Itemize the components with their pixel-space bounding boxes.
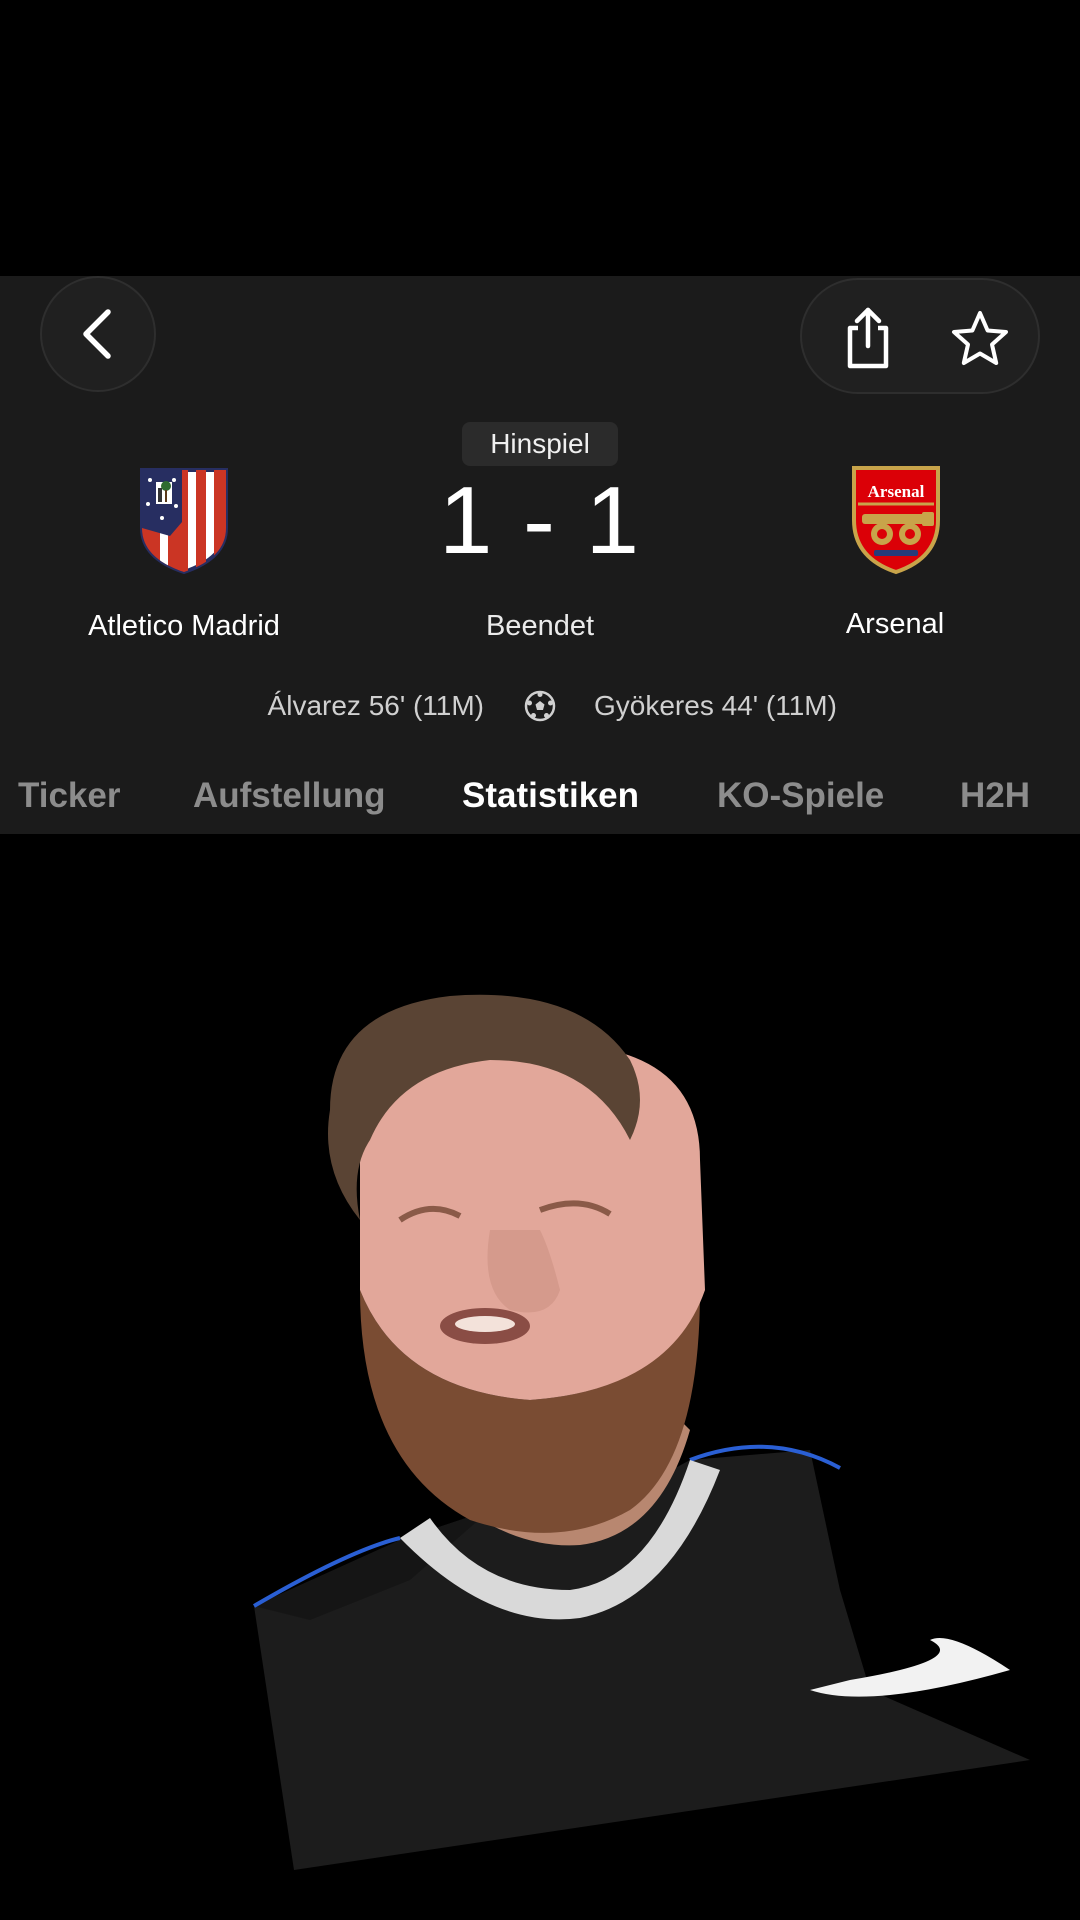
tab-h2h[interactable]: H2H [960, 766, 1030, 826]
share-icon [847, 307, 889, 369]
tab-ko-spiele[interactable]: KO-Spiele [717, 766, 884, 826]
atletico-madrid-crest[interactable] [138, 466, 230, 576]
goal-scorers: Álvarez 56' (11M) Gyökeres 44' (11M) [0, 686, 1080, 726]
home-scorer: Álvarez 56' (11M) [267, 690, 484, 721]
arsenal-crest[interactable]: Arsenal [848, 464, 944, 576]
favorite-button[interactable] [944, 302, 1016, 374]
away-scorer: Gyökeres 44' (11M) [594, 690, 837, 721]
tab-aufstellung[interactable]: Aufstellung [193, 766, 385, 826]
leg-badge: Hinspiel [462, 422, 618, 466]
arsenal-crest-text: Arsenal [868, 482, 925, 501]
match-status: Beendet [485, 610, 595, 642]
action-group [800, 278, 1040, 394]
away-team-name[interactable]: Arsenal [770, 604, 1020, 644]
home-team-name[interactable]: Atletico Madrid [40, 606, 328, 646]
score: 1 - 1 [438, 467, 642, 574]
star-icon [952, 311, 1008, 365]
tab-statistiken[interactable]: Statistiken [462, 766, 639, 826]
tab-ticker[interactable]: Ticker [18, 766, 121, 826]
tab-bar: Ticker Aufstellung Statistiken KO-Spiele… [0, 766, 1080, 826]
camera-overlay-person [252, 994, 1030, 1870]
soccer-ball-icon [524, 690, 556, 722]
screen: Hinspiel 1 - 1 Arsenal Beendet Atletico … [0, 0, 1080, 1920]
chevron-left-icon [83, 309, 111, 359]
match-header: Hinspiel 1 - 1 Arsenal Beendet Atletico … [0, 276, 1080, 834]
share-button[interactable] [832, 302, 904, 374]
back-button[interactable] [40, 276, 156, 392]
